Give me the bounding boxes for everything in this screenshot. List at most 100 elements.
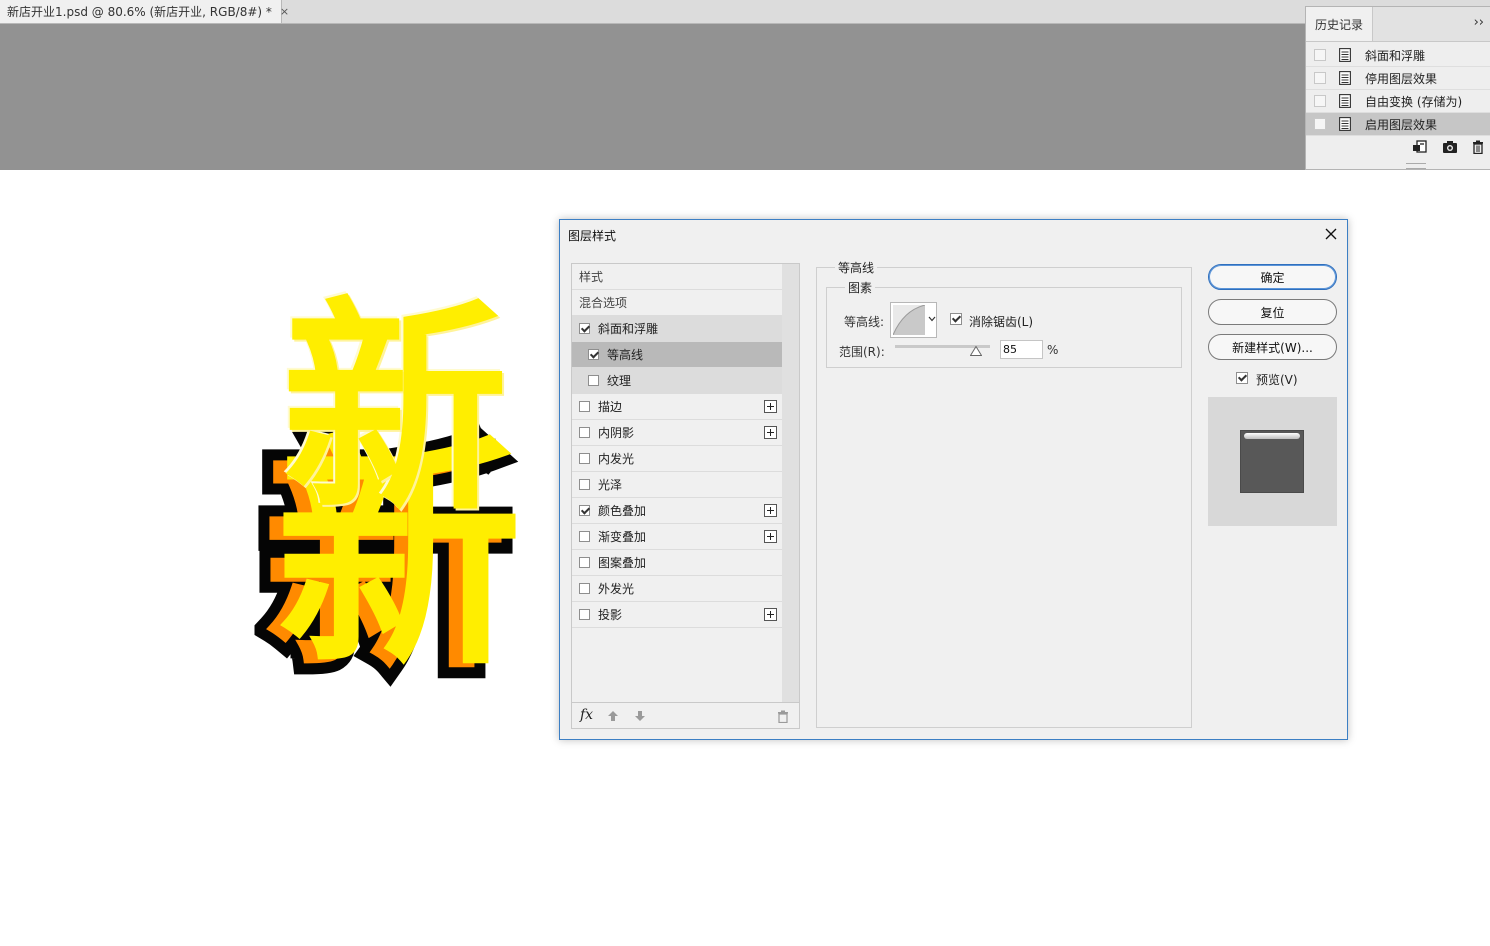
style-item-checkbox[interactable]	[579, 453, 590, 464]
history-item-label: 启用图层效果	[1365, 117, 1438, 132]
chevron-down-icon[interactable]	[928, 316, 936, 322]
trash-icon[interactable]	[1472, 140, 1484, 154]
history-snapshot-checkbox[interactable]	[1314, 95, 1326, 107]
art-text-front: 新	[282, 279, 509, 542]
style-item-checkbox[interactable]	[579, 557, 590, 568]
style-item-checkbox[interactable]	[579, 479, 590, 490]
camera-icon[interactable]	[1442, 140, 1458, 154]
delete-effect-icon[interactable]	[777, 710, 789, 723]
history-item-label: 斜面和浮雕	[1365, 48, 1426, 63]
history-snapshot-checkbox[interactable]	[1314, 49, 1326, 61]
range-label: 范围(R):	[839, 345, 885, 359]
add-instance-icon[interactable]	[764, 504, 777, 517]
styles-header[interactable]: 样式	[572, 264, 782, 290]
history-item[interactable]: 启用图层效果	[1306, 113, 1490, 136]
style-item-label: 投影	[598, 608, 623, 622]
style-item-label: 纹理	[607, 374, 632, 388]
style-item[interactable]: 光泽	[572, 472, 782, 498]
range-slider-thumb[interactable]	[969, 346, 982, 356]
history-item[interactable]: 自由变换 (存储为)	[1306, 90, 1490, 113]
style-item[interactable]: 描边	[572, 394, 782, 420]
style-item-label: 内阴影	[598, 426, 635, 440]
reset-button[interactable]: 复位	[1208, 299, 1337, 325]
style-item-label: 图案叠加	[598, 556, 647, 570]
style-item[interactable]: 内阴影	[572, 420, 782, 446]
style-item-checkbox[interactable]	[588, 375, 599, 386]
panel-resize-grip[interactable]	[1406, 163, 1426, 169]
history-state-icon	[1339, 48, 1351, 62]
style-item-label: 光泽	[598, 478, 623, 492]
anti-alias-label: 消除锯齿(L)	[969, 315, 1034, 329]
style-item-label: 外发光	[598, 582, 635, 596]
history-snapshot-checkbox[interactable]	[1314, 72, 1326, 84]
new-document-from-state-icon[interactable]	[1412, 140, 1428, 154]
styles-list-footer: fx	[572, 702, 799, 729]
style-item-label: 颜色叠加	[598, 504, 647, 518]
style-item-label: 斜面和浮雕	[598, 322, 659, 336]
preview-label: 预览(V)	[1256, 373, 1298, 387]
history-state-icon	[1339, 117, 1351, 131]
fx-button[interactable]: fx	[580, 707, 593, 723]
style-item-checkbox[interactable]	[579, 505, 590, 516]
move-down-icon[interactable]	[634, 710, 646, 722]
history-item-label: 停用图层效果	[1365, 71, 1438, 86]
document-tab[interactable]: 新店开业1.psd @ 80.6% (新店开业, RGB/8#) * ×	[0, 0, 289, 23]
document-tab-bar: 新店开业1.psd @ 80.6% (新店开业, RGB/8#) * ×	[0, 0, 1490, 24]
history-state-icon	[1339, 71, 1351, 85]
close-icon[interactable]	[1322, 225, 1340, 243]
history-footer	[1306, 135, 1490, 159]
style-item[interactable]: 纹理	[572, 368, 782, 394]
style-item[interactable]: 渐变叠加	[572, 524, 782, 550]
history-snapshot-checkbox[interactable]	[1314, 118, 1326, 130]
contour-curve-icon	[892, 304, 926, 336]
style-item[interactable]: 内发光	[572, 446, 782, 472]
history-item[interactable]: 斜面和浮雕	[1306, 44, 1490, 67]
dialog-title: 图层样式	[568, 229, 617, 243]
add-instance-icon[interactable]	[764, 400, 777, 413]
style-item-checkbox[interactable]	[579, 401, 590, 412]
style-preview	[1208, 397, 1337, 526]
history-tab[interactable]: 历史记录	[1306, 7, 1373, 41]
style-item[interactable]: 投影	[572, 602, 782, 628]
history-panel-header: 历史记录 ››	[1306, 7, 1490, 42]
style-item[interactable]: 外发光	[572, 576, 782, 602]
history-panel: 历史记录 ›› 斜面和浮雕停用图层效果自由变换 (存储为) 启用图层效果	[1305, 6, 1490, 170]
range-input[interactable]: 85	[1000, 340, 1043, 359]
elements-group-title: 图素	[845, 279, 876, 296]
add-instance-icon[interactable]	[764, 530, 777, 543]
style-item-checkbox[interactable]	[579, 323, 590, 334]
contour-picker[interactable]	[890, 302, 937, 338]
style-item-checkbox[interactable]	[579, 609, 590, 620]
document-tab-title: 新店开业1.psd @ 80.6% (新店开业, RGB/8#) *	[7, 5, 272, 19]
history-item-label: 自由变换 (存储为)	[1365, 94, 1463, 109]
style-item[interactable]: 斜面和浮雕	[572, 316, 782, 342]
style-item[interactable]: 等高线	[572, 342, 782, 368]
style-item[interactable]: 颜色叠加	[572, 498, 782, 524]
style-item-checkbox[interactable]	[579, 427, 590, 438]
style-item-checkbox[interactable]	[588, 349, 599, 360]
styles-list-scrollbar[interactable]	[782, 264, 799, 702]
add-instance-icon[interactable]	[764, 608, 777, 621]
styles-header-label: 样式	[579, 270, 604, 284]
history-item[interactable]: 停用图层效果	[1306, 67, 1490, 90]
new-style-button[interactable]: 新建样式(W)...	[1208, 334, 1337, 360]
layer-style-dialog: 图层样式 样式 混合选项 斜面和浮雕 等高线 纹理 描边 内阴影 内发光 光泽 颜色叠加 渐变叠…	[559, 219, 1348, 740]
contour-curve-thumbnail	[892, 304, 926, 336]
style-item[interactable]: 图案叠加	[572, 550, 782, 576]
ok-button[interactable]: 确定	[1208, 264, 1337, 290]
move-up-icon[interactable]	[607, 710, 619, 722]
anti-alias-checkbox[interactable]	[950, 313, 962, 325]
preview-swatch	[1240, 430, 1304, 493]
style-item-label: 描边	[598, 400, 623, 414]
blend-options-label: 混合选项	[579, 296, 628, 310]
style-item-label: 等高线	[607, 348, 644, 362]
contour-group-title: 等高线	[835, 259, 878, 276]
preview-checkbox[interactable]	[1236, 372, 1248, 384]
style-item-checkbox[interactable]	[579, 531, 590, 542]
add-instance-icon[interactable]	[764, 426, 777, 439]
style-item-label: 内发光	[598, 452, 635, 466]
style-item-checkbox[interactable]	[579, 583, 590, 594]
close-tab-icon[interactable]: ×	[280, 5, 289, 18]
collapse-panel-icon[interactable]: ››	[1474, 15, 1484, 30]
blend-options-item[interactable]: 混合选项	[572, 290, 782, 316]
